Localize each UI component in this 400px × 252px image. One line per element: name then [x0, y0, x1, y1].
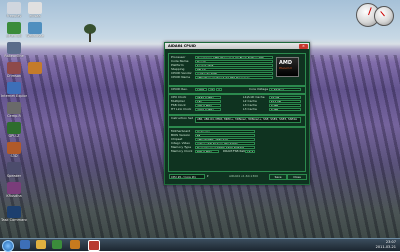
- info-value: Socket AM3: [195, 64, 273, 68]
- clock-value: 3630.0 MHz: [195, 96, 221, 100]
- system-clock[interactable]: 23:07 2011-03-21: [376, 240, 396, 249]
- taskbar-browser-icon[interactable]: [20, 240, 30, 249]
- dram-ratio-label: DRAM:FSB Ratio: [223, 149, 248, 153]
- core-voltage-label: Core Voltage: [249, 86, 269, 91]
- rev-value: 4: [216, 87, 222, 91]
- rev-value: 43: [208, 87, 215, 91]
- info-value: AMD Phenom(tm) II X4 965 Processor: [195, 76, 273, 80]
- taskbar-media-icon[interactable]: [52, 240, 62, 249]
- wallpaper-tree-trunk: [89, 33, 91, 42]
- instruction-label: Instruction Set: [171, 116, 193, 120]
- cpuid-window[interactable]: AIDA64 CPUID × Processor Code Name Platf…: [164, 42, 310, 185]
- rev-label: CPUID Rev.: [171, 86, 188, 91]
- start-button[interactable]: [2, 240, 14, 252]
- app-icon: [7, 142, 21, 154]
- selector-chevron-down-icon[interactable]: ▾: [207, 174, 209, 178]
- clock-hand: [380, 11, 385, 17]
- instruction-value: x86, x86-64, MMX, MMX+, 3DNow!, 3DNow!+,…: [195, 117, 301, 123]
- clock-label: HT Link Clock: [171, 107, 192, 111]
- version-label: AIDA64 v1.60.1300: [229, 174, 259, 178]
- desktop-icon[interactable]: Cemp.R: [1, 102, 27, 118]
- cache-value: 6 MB: [269, 108, 301, 112]
- gpu-icon: [7, 122, 21, 134]
- rev-value: 100F: [195, 87, 207, 91]
- amd-logo-line: Phenom II: [279, 67, 292, 70]
- mb-value: AMD RS880, AMD K10: [195, 138, 255, 142]
- mb-value: F5: [195, 134, 255, 138]
- mb-label: Memory Clock: [171, 149, 193, 153]
- cache-value: 6 MB: [269, 104, 301, 108]
- taskbar: 23:07 2011-03-21: [0, 238, 400, 252]
- cache-value: 512 KB: [269, 100, 301, 104]
- clock-value: 200.0 MHz: [195, 104, 221, 108]
- desktop-icon[interactable]: Webadsse: [22, 22, 48, 38]
- browser-icon: [7, 82, 21, 94]
- info-value: RB-C3: [195, 68, 273, 72]
- window-title: AIDA64 CPUID: [165, 43, 309, 49]
- app-icon: [28, 2, 42, 14]
- cache-label: L3 Cache: [243, 107, 257, 111]
- terminal-icon: [7, 206, 21, 218]
- taskbar-folder-icon[interactable]: [36, 240, 46, 249]
- dram-ratio-value: 16:4: [245, 150, 255, 154]
- cpu-core-selector[interactable]: CPU #1 / Core #1: [169, 174, 205, 179]
- info-value: Deneb: [195, 60, 273, 64]
- amd-logo: AMD Phenom II: [276, 57, 299, 77]
- desktop-icon[interactable]: [22, 62, 48, 74]
- clock-value: 2200.0 MHz: [195, 108, 221, 112]
- desktop-icon[interactable]: Rakeonline: [1, 42, 27, 58]
- clock-hand: [368, 7, 372, 16]
- desktop-icon[interactable]: Internet Explorer: [1, 82, 27, 98]
- speaker-icon: [7, 162, 21, 174]
- app-icon: [28, 62, 42, 74]
- taskbar-aida64-icon[interactable]: [88, 240, 100, 251]
- clock-value: 18x: [195, 100, 221, 104]
- amd-logo-brand: AMD: [279, 60, 292, 66]
- save-button[interactable]: Save: [269, 174, 287, 180]
- desktop-icon[interactable]: GPU-Z: [1, 122, 27, 138]
- mb-value: Unknown: [195, 130, 255, 134]
- mb-value: 800.0 MHz: [195, 150, 219, 154]
- window-close-button[interactable]: ×: [299, 43, 308, 49]
- desktop-icon[interactable]: Task Command: [1, 206, 27, 222]
- desktop-icon[interactable]: S3D: [1, 142, 27, 158]
- desktop-icon[interactable]: Speaker: [1, 162, 27, 178]
- mb-value: Active (ATI Radeon HD 4290): [195, 142, 255, 146]
- close-button[interactable]: Close: [287, 174, 307, 180]
- app-icon: [7, 42, 21, 54]
- core-voltage-value: 1.3625 V: [269, 87, 301, 91]
- app-icon: [28, 22, 42, 34]
- desktop-icon[interactable]: KRusdha: [1, 182, 27, 198]
- app-icon: [7, 22, 21, 34]
- app-icon: [7, 102, 21, 114]
- taskbar-app-icon[interactable]: [70, 240, 80, 249]
- clock-gadget[interactable]: [374, 6, 394, 26]
- info-label: CPUID Name: [171, 75, 191, 79]
- desktop-icon[interactable]: ellisaa: [22, 2, 48, 18]
- app-icon: [7, 182, 21, 194]
- recycle-bin-icon: [7, 2, 21, 14]
- clock-date: 2011-03-21: [375, 244, 396, 249]
- app-icon: [7, 62, 21, 74]
- info-value: Quad-Core AMD Phenom II X4 Black Edition…: [195, 56, 273, 60]
- info-value: AuthenticAMD: [195, 72, 273, 76]
- cache-value: 64 KB: [269, 96, 301, 100]
